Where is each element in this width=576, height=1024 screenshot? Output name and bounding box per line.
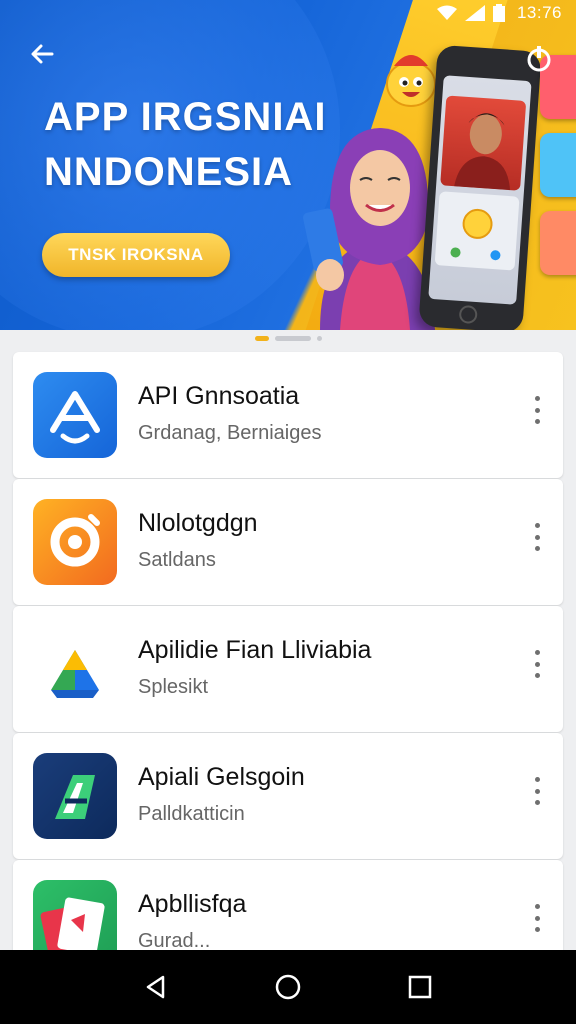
app-list-item[interactable]: Apiali Gelsgoin Palldkatticin <box>13 733 563 859</box>
wifi-icon <box>436 5 457 20</box>
app-name: API Gnnsoatia <box>138 382 300 410</box>
app-list-item[interactable]: API Gnnsoatia Grdanag, Berniaiges <box>13 352 563 478</box>
app-subtitle: Splesikt <box>138 676 209 698</box>
more-options-icon[interactable] <box>533 904 541 932</box>
power-icon[interactable] <box>524 44 554 74</box>
phone-screen <box>428 75 532 305</box>
more-options-icon[interactable] <box>533 777 541 805</box>
app-name: Apiali Gelsgoin <box>138 763 305 791</box>
more-options-icon[interactable] <box>533 523 541 551</box>
nav-back-icon[interactable] <box>136 967 176 1007</box>
phone-mockup <box>418 44 542 330</box>
app-navy-a-icon <box>33 753 117 839</box>
carousel-dot <box>274 336 311 341</box>
app-name: Apbllisfqa <box>138 890 247 918</box>
hero-title: APP IRGSNIAI NNDONESIA <box>44 90 326 200</box>
mascot-illustration <box>386 55 436 107</box>
nav-home-icon[interactable] <box>268 967 308 1007</box>
hero-title-line1: APP IRGSNIAI <box>44 95 327 139</box>
phone-home-button <box>458 304 478 325</box>
hero-banner[interactable]: APP IRGSNIAI NNDONESIA TNSK IROKSNA <box>0 0 576 330</box>
phone-video-card <box>440 95 527 191</box>
app-blue-a-icon <box>33 372 117 458</box>
app-name: Nlolotgdgn <box>138 509 258 537</box>
phone-chat-card <box>434 191 520 271</box>
app-orange-ring-icon <box>33 499 117 585</box>
carousel-dot-active <box>254 336 269 341</box>
hero-title-line2: NNDONESIA <box>44 150 294 194</box>
carousel-indicator <box>0 336 576 341</box>
side-app-tiles <box>540 55 576 289</box>
battery-icon <box>492 4 505 22</box>
more-options-icon[interactable] <box>533 396 541 424</box>
hero-cta-button[interactable]: TNSK IROKSNA <box>42 233 230 277</box>
app-list-item[interactable]: Nlolotgdgn Satldans <box>13 479 563 605</box>
app-list: API Gnnsoatia Grdanag, Berniaiges Nlolot… <box>13 352 563 987</box>
app-subtitle: Satldans <box>138 549 216 571</box>
app-name: Apilidie Fian Lliviabia <box>138 636 372 664</box>
navigation-bar <box>0 950 576 1024</box>
app-list-item[interactable]: Apilidie Fian Lliviabia Splesikt <box>13 606 563 732</box>
back-arrow-icon[interactable] <box>26 38 58 70</box>
more-options-icon[interactable] <box>533 650 541 678</box>
clock: 13:76 <box>516 3 562 22</box>
nav-recents-icon[interactable] <box>400 967 440 1007</box>
app-subtitle: Palldkatticin <box>138 803 245 825</box>
signal-icon <box>464 5 485 21</box>
app-triangle-icon <box>33 626 117 712</box>
app-subtitle: Grdanag, Berniaiges <box>138 422 322 444</box>
status-bar: 13:76 <box>0 0 576 26</box>
carousel-dot <box>316 336 322 341</box>
